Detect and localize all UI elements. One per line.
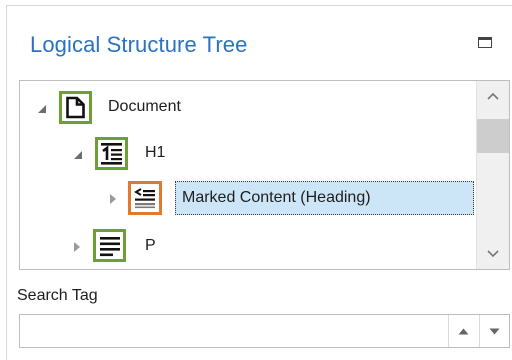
paragraph-icon xyxy=(93,229,126,262)
structure-tree[interactable]: Document H1 Marked Content (Heading) P xyxy=(19,80,510,270)
search-tag-label: Search Tag xyxy=(17,287,98,304)
expand-toggle-icon[interactable] xyxy=(71,242,83,254)
expand-toggle-icon[interactable] xyxy=(107,194,119,206)
collapse-toggle-icon[interactable] xyxy=(73,150,85,162)
chevron-down-icon[interactable] xyxy=(477,239,509,269)
tree-node-document[interactable]: Document xyxy=(20,87,470,127)
search-tag-input[interactable] xyxy=(20,315,446,347)
tree-node-label: Marked Content (Heading) xyxy=(175,181,474,215)
marked-content-icon xyxy=(128,181,162,215)
panel-title: Logical Structure Tree xyxy=(30,32,248,57)
chevron-up-icon[interactable] xyxy=(477,81,509,111)
tree-node-label: P xyxy=(145,237,156,254)
window-restore-icon[interactable] xyxy=(478,37,492,48)
tree-node-h1[interactable]: H1 xyxy=(20,133,470,173)
tree-node-label: H1 xyxy=(145,144,166,161)
collapse-toggle-icon[interactable] xyxy=(37,104,49,116)
search-tag-box xyxy=(19,314,510,348)
scrollbar-thumb[interactable] xyxy=(477,119,509,153)
triangle-up-icon[interactable] xyxy=(448,315,478,347)
triangle-down-icon[interactable] xyxy=(479,315,509,347)
tree-node-label: Document xyxy=(108,98,181,115)
tree-node-marked-content[interactable]: Marked Content (Heading) xyxy=(20,179,474,219)
tree-vertical-scrollbar[interactable] xyxy=(476,81,509,269)
heading-icon xyxy=(95,137,128,170)
document-icon xyxy=(59,91,92,124)
tree-node-p[interactable]: P xyxy=(20,227,470,267)
